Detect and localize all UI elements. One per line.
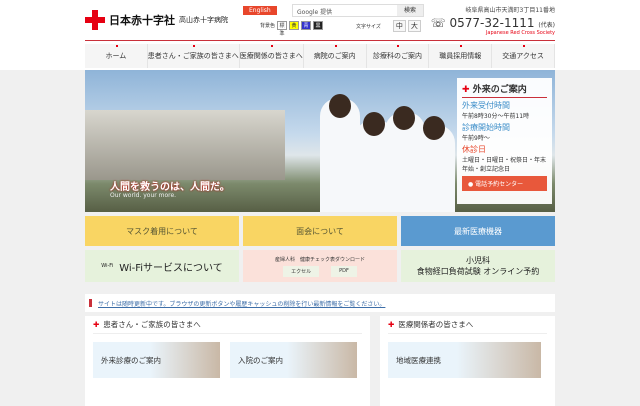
red-cross-icon: ✚	[93, 320, 100, 329]
red-cross-icon: ✚	[388, 320, 395, 329]
pediatric-link[interactable]: 小児科食物経口負荷試験 オンライン予約	[401, 250, 555, 282]
phone-reservation-label: 電話予約センター	[475, 181, 524, 188]
excel-link[interactable]: エクセル	[283, 265, 320, 277]
search-button[interactable]: 検索	[397, 5, 423, 16]
closed-label: 休診日	[462, 145, 486, 154]
bg-standard[interactable]: 標準	[277, 21, 288, 37]
background-color-selector: 背景色 標準 黄 青 黒	[260, 21, 324, 37]
patients-title: 患者さん・ご家族の皆さまへ	[103, 320, 201, 329]
obgyn-title: 産婦人科 健康チェック表ダウンロード	[274, 256, 365, 263]
admission-card[interactable]: 入院のご案内	[230, 342, 357, 378]
mask-link[interactable]: マスク着用について	[85, 216, 239, 246]
org-name: 日本赤十字社	[109, 14, 175, 27]
pediatric-line1: 小児科	[466, 256, 490, 265]
staff-head	[393, 106, 415, 130]
nav-medical[interactable]: 医療関係の皆さまへ	[240, 44, 304, 68]
logo[interactable]: 日本赤十字社 高山赤十字病院	[85, 10, 228, 30]
address: 岐阜県高山市天満町3丁目11番地	[465, 7, 555, 14]
notice-bar: サイトは随時更新中です。ブラウザの更新ボタンや履歴キャッシュの削除を行い最新情報…	[85, 294, 555, 312]
nav-patients[interactable]: 患者さん・ご家族の皆さまへ	[148, 44, 240, 68]
red-cross-icon	[85, 10, 105, 30]
phone-reservation-button[interactable]: ● 電話予約センター	[462, 176, 547, 191]
wifi-icon: Wi-Fi	[101, 263, 114, 269]
hero-subtitle: Our world. your more.	[110, 192, 177, 199]
closed-days: 土曜日・日曜日・祝祭日・年末年始・創立記念日	[462, 157, 547, 173]
search-box[interactable]: Google 提供 検索	[292, 4, 424, 17]
medical-panel: ✚ 医療関係者の皆さまへ 地域医療連携	[380, 316, 555, 406]
hero-tagline: 人間を救うのは、人間だ。	[110, 182, 230, 193]
nav-departments[interactable]: 診療科のご案内	[367, 44, 430, 68]
outpatient-title: 外来のご案内	[472, 85, 527, 95]
phone: ☏ 0577-32-1111 (代表)	[430, 16, 555, 30]
phone-number: 0577-32-1111	[449, 16, 535, 30]
english-link[interactable]: English	[243, 6, 277, 15]
visit-link[interactable]: 面会について	[243, 216, 397, 246]
equipment-link[interactable]: 最新医療機器	[401, 216, 555, 246]
outpatient-info: ✚ 外来のご案内 外来受付時間 午前8時30分〜午前11時 診療開始時間 午前9…	[457, 78, 552, 204]
hospital-building	[85, 110, 285, 180]
medical-title: 医療関係者の皆さまへ	[398, 320, 474, 329]
bg-black[interactable]: 黒	[313, 21, 324, 30]
obgyn-download: 産婦人科 健康チェック表ダウンロード エクセル PDF	[243, 250, 397, 282]
font-size-selector: 文字サイズ 中 大	[356, 20, 421, 32]
notice-link[interactable]: サイトは随時更新中です。ブラウザの更新ボタンや履歴キャッシュの削除を行い最新情報…	[98, 299, 385, 308]
search-input[interactable]: Google 提供	[293, 5, 397, 16]
notice-marker	[89, 299, 92, 307]
staff-head	[329, 94, 351, 118]
pediatric-line2: 食物経口負荷試験 オンライン予約	[416, 267, 540, 276]
quick-links: マスク着用について 面会について 最新医療機器 Wi-Fi Wi-Fiサービスにつ…	[85, 216, 555, 282]
reception-label: 外来受付時間	[462, 101, 510, 110]
red-cross-icon: ✚	[462, 85, 470, 95]
hospital-name: 高山赤十字病院	[179, 16, 228, 24]
nav-home[interactable]: ホーム	[85, 44, 148, 68]
font-large[interactable]: 大	[407, 20, 421, 32]
font-size-label: 文字サイズ	[356, 23, 381, 30]
outpatient-card[interactable]: 外来診療のご案内	[93, 342, 220, 378]
reception-hours: 午前8時30分〜午前11時	[462, 113, 530, 120]
phone-note: (代表)	[538, 22, 555, 29]
patients-panel: ✚ 患者さん・ご家族の皆さまへ 外来診療のご案内 入院のご案内	[85, 316, 370, 406]
start-label: 診療開始時間	[462, 123, 510, 132]
wifi-link[interactable]: Wi-Fi Wi-Fiサービスについて	[85, 250, 239, 282]
font-medium[interactable]: 中	[392, 20, 406, 32]
header: 日本赤十字社 高山赤十字病院 English Google 提供 検索 背景色 …	[0, 0, 640, 70]
wifi-label: Wi-Fiサービスについて	[119, 262, 223, 274]
nav-access[interactable]: 交通アクセス	[492, 44, 555, 68]
staff-head	[363, 112, 385, 136]
bg-label: 背景色	[260, 23, 276, 29]
contact: 岐阜県高山市天満町3丁目11番地 ☏ 0577-32-1111 (代表) Jap…	[431, 5, 555, 36]
nav-hospital[interactable]: 病院のご案内	[304, 44, 367, 68]
nav-recruit[interactable]: 職員採用情報	[429, 44, 493, 68]
regional-card[interactable]: 地域医療連携	[388, 342, 541, 378]
pdf-link[interactable]: PDF	[331, 265, 357, 277]
jrc-text: Japanese Red Cross Society	[485, 30, 555, 36]
divider	[85, 40, 555, 41]
bg-yellow[interactable]: 黄	[289, 21, 300, 30]
main-nav: ホーム 患者さん・ご家族の皆さまへ 医療関係の皆さまへ 病院のご案内 診療科のご…	[85, 44, 555, 68]
staff-head	[423, 116, 445, 140]
bg-blue[interactable]: 青	[301, 21, 312, 30]
start-time: 午前9時〜	[462, 135, 490, 142]
